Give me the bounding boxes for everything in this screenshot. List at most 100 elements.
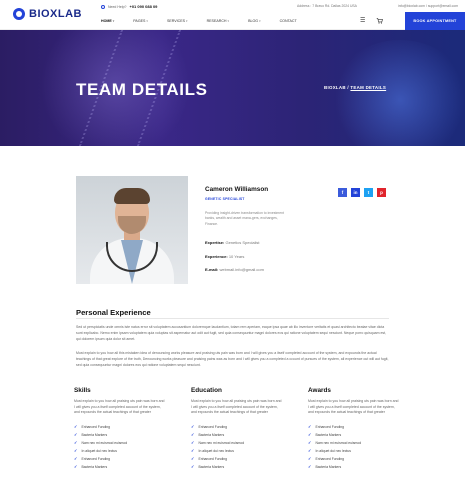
- nav-home[interactable]: HOME ▾: [101, 19, 114, 23]
- nav-blog-label: BLOG: [248, 19, 259, 23]
- check-icon: ✓: [308, 464, 312, 470]
- pinterest-icon[interactable]: p: [377, 188, 386, 197]
- nav-services[interactable]: SERVICES ▾: [167, 19, 188, 23]
- check-icon: ✓: [74, 432, 78, 438]
- twitter-icon[interactable]: t: [364, 188, 373, 197]
- experience-label: Experience:: [205, 254, 228, 259]
- list-item: ✓ Bacteria Markers: [308, 431, 400, 439]
- list-item: ✓ Enhanced Funding: [191, 455, 283, 463]
- email-value[interactable]: webmail.info@gmail.com: [219, 267, 264, 272]
- nav-contact-label: CONTACT: [279, 19, 297, 23]
- check-icon: ✓: [74, 448, 78, 454]
- list-item-label: Bacteria Markers: [315, 432, 342, 437]
- list-item: ✓ Enhanced Funding: [74, 455, 166, 463]
- check-icon: ✓: [308, 456, 312, 462]
- list-item-label: Enhanced Funding: [81, 424, 110, 429]
- list-item: ✓ Bacteria Markers: [74, 463, 166, 471]
- skills-list: ✓ Enhanced Funding ✓ Bacteria Markers ✓ Nam…: [74, 423, 166, 471]
- email-info[interactable]: info@bioxlab.com / support@email.com: [398, 4, 458, 8]
- check-icon: ✓: [74, 440, 78, 446]
- page-hero: TEAM DETAILS BIOXLAB / TEAM DETAILS: [0, 30, 465, 146]
- check-icon: ✓: [308, 440, 312, 446]
- list-item-label: Enhanced Funding: [198, 456, 227, 461]
- chevron-down-icon: ▾: [227, 19, 230, 23]
- expertise-value: Genetics Specialist: [225, 240, 260, 245]
- linkedin-icon[interactable]: in: [351, 188, 360, 197]
- list-item: ✓ In aliquet dui nec lectus: [308, 447, 400, 455]
- address-info: Address : 7 Bravo Rd. Dallas 2024 USA: [297, 4, 357, 8]
- experience-heading: Personal Experience: [76, 308, 151, 317]
- check-icon: ✓: [191, 440, 195, 446]
- cart-icon[interactable]: [376, 17, 383, 26]
- awards-title: Awards: [308, 387, 331, 394]
- chevron-down-icon: ▾: [146, 19, 148, 23]
- member-name: Cameron Williamson: [205, 186, 269, 193]
- check-icon: ✓: [74, 464, 78, 470]
- list-item-label: Bacteria Markers: [198, 432, 225, 437]
- chevron-down-icon: ▾: [112, 19, 115, 23]
- check-icon: ✓: [191, 448, 195, 454]
- list-item-label: Nam nec mi euismod euismod: [198, 440, 245, 445]
- page-title: TEAM DETAILS: [76, 80, 208, 99]
- skills-text: Must explain to you how all praising uts…: [74, 399, 165, 415]
- helpdesk-phone[interactable]: +01 090 088 09: [129, 4, 157, 9]
- divider: [76, 318, 389, 319]
- list-item: ✓ Enhanced Funding: [74, 423, 166, 431]
- logo[interactable]: BIOXLAB: [13, 8, 82, 20]
- expertise-row: Expertise: Genetics Specialist: [205, 240, 259, 245]
- member-description: Providing insight-driven transformation …: [205, 211, 284, 226]
- list-item-label: Nam nec mi euismod euismod: [315, 440, 362, 445]
- list-item: ✓ Enhanced Funding: [308, 423, 400, 431]
- list-item-label: In aliquet dui nec lectus: [198, 448, 234, 453]
- awards-list: ✓ Enhanced Funding ✓ Bacteria Markers ✓ Nam…: [308, 423, 400, 471]
- phone-icon: [101, 4, 105, 9]
- check-icon: ✓: [308, 432, 312, 438]
- list-item-label: Bacteria Markers: [198, 464, 225, 469]
- education-column: Education Must explain to you how all pr…: [191, 387, 283, 471]
- list-item-label: Nam nec mi euismod euismod: [81, 440, 128, 445]
- awards-text: Must explain to you how all praising uts…: [308, 399, 399, 415]
- check-icon: ✓: [191, 424, 195, 430]
- list-item-label: In aliquet dui nec lectus: [81, 448, 117, 453]
- check-icon: ✓: [308, 448, 312, 454]
- nav-research-label: RESEARCH: [206, 19, 227, 23]
- nav-blog[interactable]: BLOG ▾: [248, 19, 261, 23]
- list-item: ✓ In aliquet dui nec lectus: [74, 447, 166, 455]
- experience-paragraph-1: Sed ut perspiciatis unde omnis iste natu…: [76, 325, 387, 342]
- facebook-icon[interactable]: f: [338, 188, 347, 197]
- nav-research[interactable]: RESEARCH ▾: [207, 19, 230, 23]
- nav-pages-label: PAGES: [133, 19, 146, 23]
- list-item: ✓ Enhanced Funding: [308, 455, 400, 463]
- check-icon: ✓: [191, 432, 195, 438]
- experience-paragraph-2: Must explain to you how all this mistake…: [76, 351, 389, 368]
- nav-pages[interactable]: PAGES ▾: [133, 19, 148, 23]
- cell-decoration: [330, 40, 465, 146]
- check-icon: ✓: [191, 456, 195, 462]
- check-icon: ✓: [74, 424, 78, 430]
- helpdesk-label: Need Help?: [108, 4, 127, 9]
- menu-icon[interactable]: ☰: [360, 17, 365, 24]
- education-list: ✓ Enhanced Funding ✓ Bacteria Markers ✓ Nam…: [191, 423, 283, 471]
- list-item-label: Bacteria Markers: [81, 432, 108, 437]
- breadcrumb: BIOXLAB / TEAM DETAILS: [324, 85, 386, 90]
- breadcrumb-current: TEAM DETAILS: [350, 85, 387, 90]
- experience-value: 10 Years: [228, 254, 245, 259]
- email-label: E-mail:: [205, 267, 219, 272]
- list-item-label: Bacteria Markers: [81, 464, 108, 469]
- book-appointment-button[interactable]: BOOK APPOINTMENT: [405, 12, 465, 30]
- list-item-label: In aliquet dui nec lectus: [315, 448, 351, 453]
- list-item: ✓ Bacteria Markers: [308, 463, 400, 471]
- nav-home-label: HOME: [101, 19, 112, 23]
- list-item: ✓ Bacteria Markers: [191, 463, 283, 471]
- education-text: Must explain to you how all praising uts…: [191, 399, 282, 415]
- check-icon: ✓: [191, 464, 195, 470]
- nav-contact[interactable]: CONTACT: [280, 19, 297, 23]
- main-nav: HOME ▾ PAGES ▾ SERVICES ▾ RESEARCH ▾ BLOG ▾ C…: [101, 19, 316, 23]
- member-role: GENETIC SPECIALIST: [205, 197, 245, 201]
- list-item: ✓ Enhanced Funding: [191, 423, 283, 431]
- logo-icon: [13, 8, 25, 20]
- chevron-down-icon: ▾: [186, 19, 188, 23]
- list-item-label: Bacteria Markers: [315, 464, 342, 469]
- breadcrumb-home[interactable]: BIOXLAB: [324, 85, 346, 90]
- site-header: BIOXLAB Need Help? +01 090 088 09 Addres…: [0, 0, 465, 30]
